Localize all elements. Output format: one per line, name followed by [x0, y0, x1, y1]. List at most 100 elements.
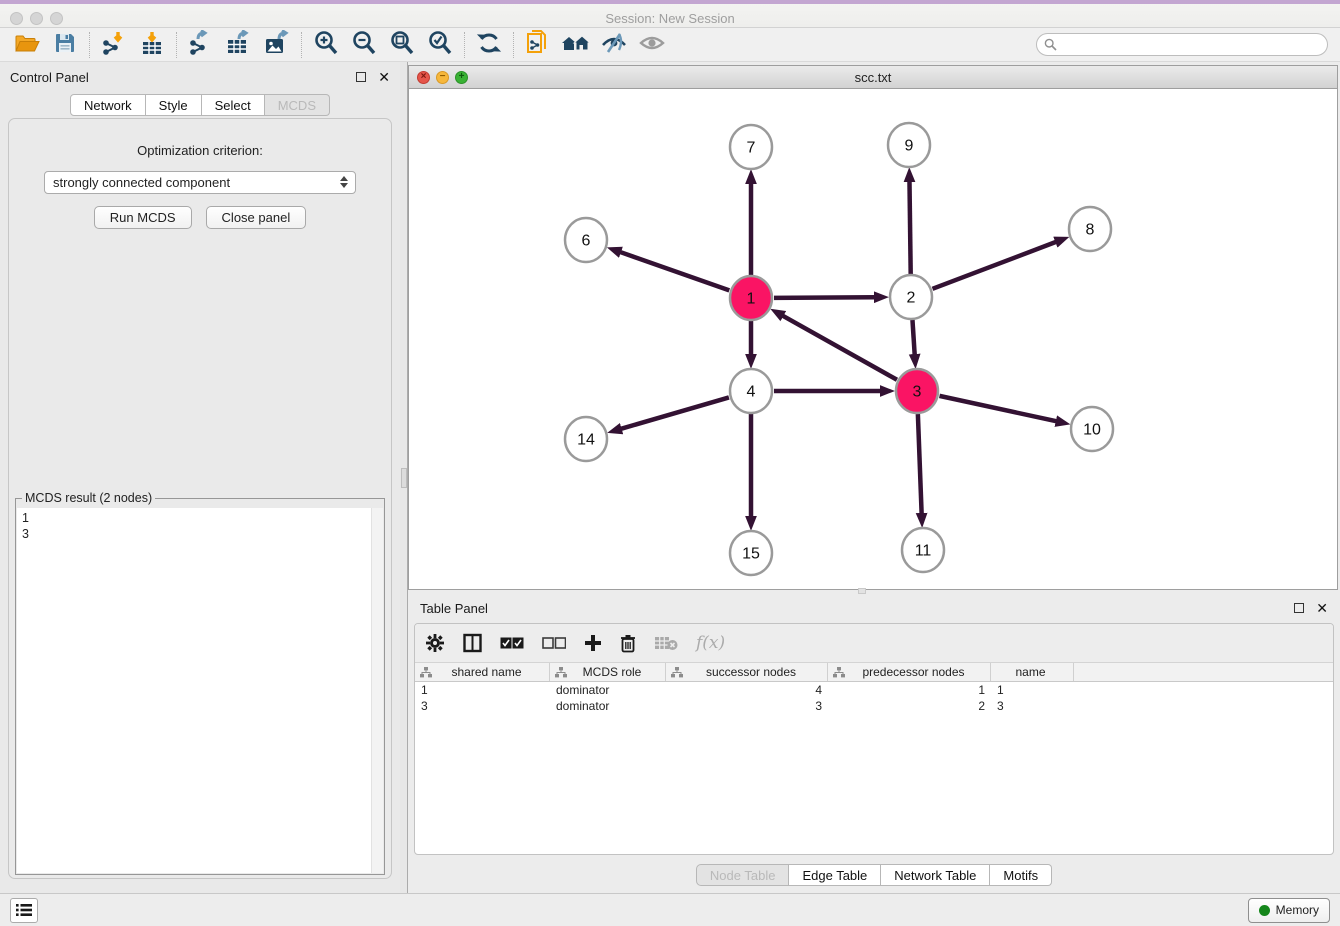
zoom-out-button[interactable] — [345, 30, 383, 60]
gear-icon — [425, 633, 445, 653]
result-scrollbar[interactable] — [371, 508, 383, 873]
save-session-button[interactable] — [46, 30, 84, 60]
tab-style[interactable]: Style — [146, 94, 202, 116]
graph-node-label: 2 — [907, 290, 916, 307]
cell-name: 3 — [991, 698, 1074, 714]
graph-node-14[interactable]: 14 — [565, 417, 607, 461]
graph-node-1[interactable]: 1 — [730, 276, 772, 320]
graph-node-4[interactable]: 4 — [730, 369, 772, 413]
column-header-successor-nodes[interactable]: successor nodes — [666, 663, 828, 681]
graph-node-10[interactable]: 10 — [1071, 407, 1113, 451]
graph-edge-4-14[interactable] — [621, 397, 729, 429]
tab-motifs[interactable]: Motifs — [990, 864, 1052, 886]
network-window-titlebar[interactable]: × − + scc.txt — [409, 66, 1337, 89]
graph-node-2[interactable]: 2 — [890, 275, 932, 319]
graph-node-11[interactable]: 11 — [902, 528, 944, 572]
vertical-splitter[interactable] — [400, 62, 408, 893]
open-session-button[interactable] — [8, 30, 46, 60]
graph-edge-3-1[interactable] — [782, 316, 897, 380]
cell-predecessor-nodes: 2 — [828, 698, 991, 714]
graph-node-3[interactable]: 3 — [896, 369, 938, 413]
refresh-icon — [476, 30, 502, 59]
search-field[interactable] — [1036, 33, 1328, 56]
graph-node-label: 8 — [1086, 222, 1095, 239]
horizontal-splitter-handle[interactable] — [858, 588, 866, 594]
tab-mcds[interactable]: MCDS — [265, 94, 330, 116]
graph-edge-2-3[interactable] — [912, 320, 914, 355]
clone-network-button[interactable] — [519, 30, 557, 60]
column-tree-icon — [420, 667, 432, 678]
optimization-criterion-select[interactable]: strongly connected component — [44, 171, 356, 194]
graph-edge-3-11[interactable] — [918, 414, 922, 514]
delete-column-button[interactable] — [620, 634, 636, 653]
export-table-button[interactable] — [220, 30, 258, 60]
import-network-button[interactable] — [95, 30, 133, 60]
clone-network-icon — [525, 29, 551, 60]
toolbar-separator — [176, 32, 177, 58]
graph-edge-2-8[interactable] — [933, 242, 1057, 289]
close-panel-button[interactable]: Close panel — [206, 206, 307, 229]
tab-network[interactable]: Network — [70, 94, 146, 116]
close-table-panel-icon[interactable]: ✕ — [1316, 603, 1328, 613]
graph-node-label: 1 — [747, 291, 756, 308]
table-settings-button[interactable] — [425, 633, 445, 653]
column-header-shared-name[interactable]: shared name — [415, 663, 550, 681]
deselect-all-button[interactable] — [542, 637, 566, 649]
run-mcds-button[interactable]: Run MCDS — [94, 206, 192, 229]
import-table-button[interactable] — [133, 30, 171, 60]
task-history-button[interactable] — [10, 898, 38, 923]
zoom-selected-button[interactable] — [421, 30, 459, 60]
memory-button[interactable]: Memory — [1248, 898, 1330, 923]
result-line: 1 — [17, 508, 383, 526]
cell-shared-name: 1 — [415, 682, 550, 698]
graph-node-label: 4 — [747, 384, 756, 401]
application-window: Session: New Session — [0, 0, 1340, 926]
table-panel-tabs: Node Table Edge Table Network Table Moti… — [408, 864, 1340, 886]
table-panel-title: Table Panel — [420, 601, 488, 616]
mcds-result-list[interactable]: 1 3 — [17, 508, 383, 873]
column-tree-icon — [671, 667, 683, 678]
graph-edge-1-2[interactable] — [774, 297, 875, 298]
table-panel-header: Table Panel ✕ — [408, 595, 1340, 621]
column-header-name[interactable]: name — [991, 663, 1074, 681]
network-canvas[interactable]: 7 9 6 8 1 2 4 3 14 10 15 11 — [409, 89, 1337, 589]
cell-successor-nodes: 3 — [666, 698, 828, 714]
optimization-criterion-label: Optimization criterion: — [9, 143, 391, 158]
table-row[interactable]: 1 dominator 4 1 1 — [415, 682, 1333, 698]
network-graph[interactable]: 7 9 6 8 1 2 4 3 14 10 15 11 — [409, 89, 1337, 589]
graph-edge-2-9[interactable] — [909, 181, 910, 274]
home-neighbors-button[interactable] — [557, 30, 595, 60]
graph-node-15[interactable]: 15 — [730, 531, 772, 575]
graph-edge-1-6[interactable] — [620, 252, 729, 290]
graph-node-7[interactable]: 7 — [730, 125, 772, 169]
float-panel-icon[interactable] — [356, 72, 366, 82]
toggle-graphics-details-button[interactable] — [595, 30, 633, 60]
zoom-fit-button[interactable] — [383, 30, 421, 60]
export-image-button[interactable] — [258, 30, 296, 60]
float-table-panel-icon[interactable] — [1294, 603, 1304, 613]
select-all-button[interactable] — [500, 637, 524, 649]
split-pane-button[interactable] — [463, 633, 482, 653]
eye-icon — [638, 32, 666, 57]
table-row[interactable]: 3 dominator 3 2 3 — [415, 698, 1333, 714]
splitter-handle[interactable] — [401, 468, 407, 488]
result-line: 3 — [17, 526, 383, 542]
network-title: scc.txt — [409, 70, 1337, 85]
column-header-mcds-role[interactable]: MCDS role — [550, 663, 666, 681]
graph-node-9[interactable]: 9 — [888, 123, 930, 167]
refresh-layout-button[interactable] — [470, 30, 508, 60]
add-column-button[interactable] — [584, 634, 602, 652]
zoom-in-button[interactable] — [307, 30, 345, 60]
graph-node-6[interactable]: 6 — [565, 218, 607, 262]
graph-node-8[interactable]: 8 — [1069, 207, 1111, 251]
export-network-button[interactable] — [182, 30, 220, 60]
tab-edge-table[interactable]: Edge Table — [789, 864, 881, 886]
graph-node-label: 6 — [582, 233, 591, 250]
close-panel-icon[interactable]: ✕ — [378, 72, 390, 82]
search-input[interactable] — [1061, 38, 1311, 52]
column-header-predecessor-nodes[interactable]: predecessor nodes — [828, 663, 991, 681]
tab-node-table[interactable]: Node Table — [696, 864, 790, 886]
graph-edge-3-10[interactable] — [939, 396, 1056, 421]
tab-select[interactable]: Select — [202, 94, 265, 116]
tab-network-table[interactable]: Network Table — [881, 864, 990, 886]
